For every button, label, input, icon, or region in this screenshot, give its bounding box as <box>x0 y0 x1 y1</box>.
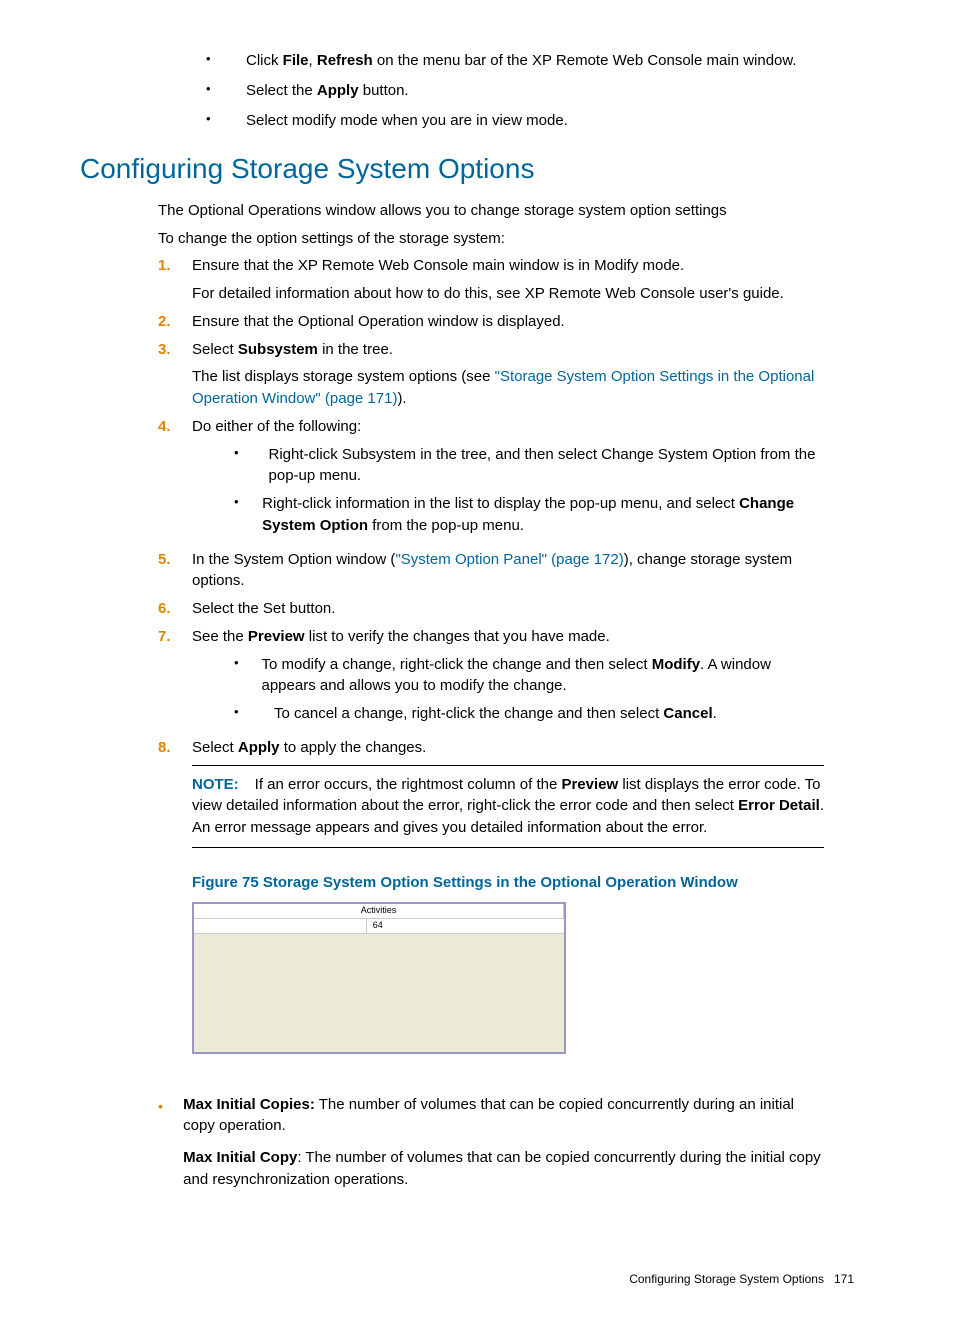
step-item: 8. Select Apply to apply the changes. <box>158 737 824 759</box>
text: on the menu bar of the XP Remote Web Con… <box>373 52 797 69</box>
bullet-icon: • <box>158 1094 183 1191</box>
table-header: Activities <box>194 904 564 919</box>
text: To modify a change, right-click the chan… <box>261 656 651 673</box>
sub-bullet-item: • Right-click information in the list to… <box>228 493 824 537</box>
text-bold: Apply <box>238 739 280 756</box>
text: For detailed information about how to do… <box>192 283 824 305</box>
text-bold: Subsystem <box>238 341 318 358</box>
cross-reference-link[interactable]: "System Option Panel" (page 172) <box>395 551 623 568</box>
bullet-icon: • <box>200 50 246 72</box>
text: Ensure that the Optional Operation windo… <box>192 311 824 333</box>
text-bold: Apply <box>317 82 359 99</box>
text-bold: Modify <box>652 656 700 673</box>
step-item: 7. See the Preview list to verify the ch… <box>158 626 824 731</box>
text: Select the <box>246 82 317 99</box>
step-number: 6. <box>158 598 192 620</box>
text-bold: Max Initial Copies: <box>183 1096 315 1113</box>
text: Right-click information in the list to d… <box>262 495 739 512</box>
text: from the pop-up menu. <box>368 517 524 534</box>
step-number: 4. <box>158 416 192 543</box>
text-bold: Preview <box>561 776 618 793</box>
step-item: 4. Do either of the following: • Right-c… <box>158 416 824 543</box>
sub-bullet-item: • To cancel a change, right-click the ch… <box>228 703 824 725</box>
step-item: 5. In the System Option window ("System … <box>158 549 824 593</box>
step-number: 7. <box>158 626 192 731</box>
table-cell <box>194 919 367 934</box>
step-item: 6. Select the Set button. <box>158 598 824 620</box>
step-item: 2. Ensure that the Optional Operation wi… <box>158 311 824 333</box>
bullet-item: • Max Initial Copies: The number of volu… <box>158 1094 824 1191</box>
figure-caption: Figure 75 Storage System Option Settings… <box>192 872 824 894</box>
text-bold: Preview <box>248 628 305 645</box>
sub-bullet-item: • To modify a change, right-click the ch… <box>228 654 824 698</box>
text: Select <box>192 341 238 358</box>
text: list to verify the changes that you have… <box>305 628 610 645</box>
text: button. <box>359 82 409 99</box>
paragraph: The Optional Operations window allows yo… <box>158 200 824 222</box>
paragraph: To change the option settings of the sto… <box>158 228 824 250</box>
step-number: 8. <box>158 737 192 759</box>
bullet-icon: • <box>200 110 246 132</box>
text: in the tree. <box>318 341 393 358</box>
text-bold: Error Detail <box>738 797 820 814</box>
text-bold: Cancel <box>663 705 712 722</box>
text-bold: File <box>283 52 309 69</box>
text: Ensure that the XP Remote Web Console ma… <box>192 255 824 277</box>
text: See the <box>192 628 248 645</box>
text: Select the Set button. <box>192 598 824 620</box>
text-bold: Max Initial Copy <box>183 1149 297 1166</box>
text: To cancel a change, right-click the chan… <box>274 705 663 722</box>
page-number: 171 <box>834 1272 854 1286</box>
step-item: 1. Ensure that the XP Remote Web Console… <box>158 255 824 305</box>
bullet-icon: • <box>228 444 269 488</box>
table-cell: 64 <box>367 919 564 934</box>
note-block: NOTE:If an error occurs, the rightmost c… <box>192 765 824 848</box>
step-number: 2. <box>158 311 192 333</box>
text: Click <box>246 52 283 69</box>
step-number: 1. <box>158 255 192 305</box>
text: Right-click Subsystem in the tree, and t… <box>269 444 824 488</box>
step-number: 5. <box>158 549 192 593</box>
text: The list displays storage system options… <box>192 368 495 385</box>
bullet-item: • Select modify mode when you are in vie… <box>200 110 824 132</box>
text: In the System Option window ( <box>192 551 395 568</box>
top-bullet-list: • Click File, Refresh on the menu bar of… <box>200 50 824 131</box>
bullet-item: • Click File, Refresh on the menu bar of… <box>200 50 824 72</box>
section-heading: Configuring Storage System Options <box>80 149 884 190</box>
text: Do either of the following: <box>192 416 824 438</box>
step-item: 3. Select Subsystem in the tree. The lis… <box>158 339 824 410</box>
bullet-icon: • <box>228 703 274 725</box>
text: If an error occurs, the rightmost column… <box>255 776 562 793</box>
text: Select modify mode when you are in view … <box>246 110 568 132</box>
text: Select <box>192 739 238 756</box>
sub-bullet-item: • Right-click Subsystem in the tree, and… <box>228 444 824 488</box>
text-bold: Refresh <box>317 52 373 69</box>
page-footer: Configuring Storage System Options 171 <box>80 1271 854 1288</box>
note-label: NOTE: <box>192 776 255 793</box>
text: . <box>713 705 717 722</box>
text: , <box>309 52 317 69</box>
bullet-item: • Select the Apply button. <box>200 80 824 102</box>
text: ). <box>397 390 406 407</box>
bullet-icon: • <box>228 654 261 698</box>
step-number: 3. <box>158 339 192 410</box>
figure-screenshot: Activities 64 <box>192 902 566 1054</box>
text: to apply the changes. <box>280 739 427 756</box>
footer-text: Configuring Storage System Options <box>629 1272 824 1286</box>
bullet-icon: • <box>228 493 262 537</box>
bullet-icon: • <box>200 80 246 102</box>
